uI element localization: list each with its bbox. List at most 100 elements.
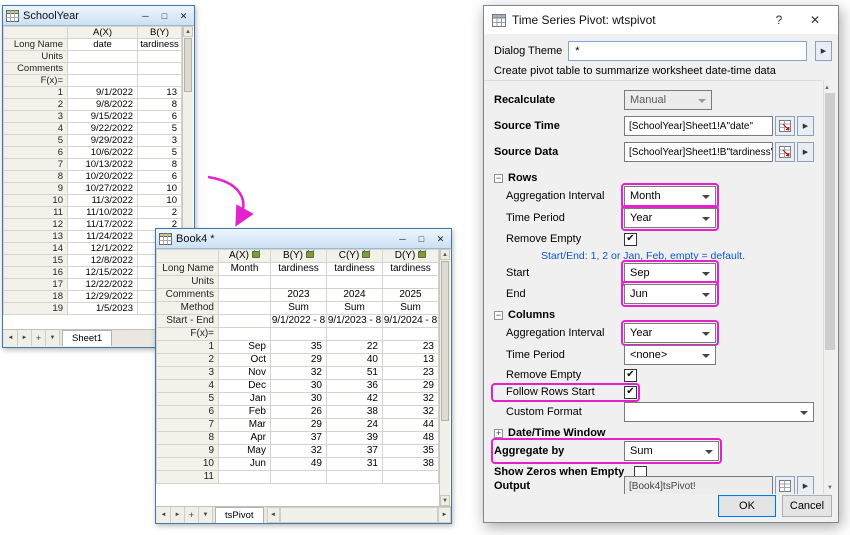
cell[interactable]: 49 — [271, 458, 327, 471]
cell[interactable] — [383, 471, 439, 484]
cell[interactable]: 32 — [271, 445, 327, 458]
cell[interactable]: 35 — [271, 341, 327, 354]
range-selector-button[interactable] — [775, 116, 795, 136]
recalculate-select[interactable]: Manual — [624, 90, 712, 110]
cell[interactable]: 12/1/2022 — [68, 243, 138, 255]
cell[interactable] — [271, 471, 327, 484]
cell[interactable]: 10/20/2022 — [68, 171, 138, 183]
cell[interactable]: 3 — [138, 135, 182, 147]
cell[interactable]: 23 — [383, 341, 439, 354]
cell[interactable] — [68, 63, 138, 75]
cell[interactable]: tardiness — [327, 263, 383, 276]
source-data-flyout-button[interactable]: ▶ — [797, 142, 814, 162]
cell[interactable] — [327, 328, 383, 341]
cell[interactable]: Nov — [219, 367, 271, 380]
cell[interactable]: 9/29/2022 — [68, 135, 138, 147]
cell[interactable]: 10/6/2022 — [68, 147, 138, 159]
cell[interactable]: 10 — [138, 195, 182, 207]
rows-aggregation-interval-select[interactable]: Month — [624, 186, 716, 206]
cell[interactable]: 5 — [138, 147, 182, 159]
cell[interactable]: 9/1/2024 - 8 — [383, 315, 439, 328]
maximize-icon[interactable]: □ — [157, 7, 172, 25]
tab-prev-icon[interactable]: ◄ — [4, 330, 18, 346]
row-header[interactable]: 10 — [4, 195, 68, 207]
cell[interactable]: Mar — [219, 419, 271, 432]
corner-cell[interactable] — [157, 250, 219, 263]
row-header[interactable]: Units — [4, 51, 68, 63]
row-header[interactable]: 1 — [157, 341, 219, 354]
output-flyout-button[interactable]: ▶ — [797, 476, 814, 494]
rows-end-select[interactable]: Jun — [624, 284, 716, 304]
collapse-icon[interactable]: − — [494, 174, 503, 183]
cell[interactable]: 9/15/2022 — [68, 111, 138, 123]
cell[interactable]: 9/1/2022 - 8 — [271, 315, 327, 328]
cell[interactable] — [327, 471, 383, 484]
row-header[interactable]: 14 — [4, 243, 68, 255]
column-header[interactable]: A(X) — [68, 27, 138, 39]
cell[interactable]: 2 — [138, 207, 182, 219]
cell[interactable]: tardiness — [271, 263, 327, 276]
scroll-right-icon[interactable]: ► — [438, 507, 451, 523]
cell[interactable]: 10/27/2022 — [68, 183, 138, 195]
cell[interactable] — [383, 276, 439, 289]
row-header[interactable]: 4 — [4, 123, 68, 135]
close-icon[interactable]: ✕ — [800, 7, 830, 33]
row-header[interactable]: Start - End — [157, 315, 219, 328]
corner-cell[interactable] — [4, 27, 68, 39]
row-header[interactable]: Long Name — [157, 263, 219, 276]
column-header[interactable]: C(Y) — [327, 250, 383, 263]
follow-rows-start-checkbox[interactable] — [624, 386, 637, 399]
scroll-thumb[interactable] — [184, 38, 192, 92]
collapse-icon[interactable]: − — [494, 311, 503, 320]
cell[interactable]: Apr — [219, 432, 271, 445]
tab-prev-icon[interactable]: ◄ — [157, 507, 171, 523]
scroll-up-icon[interactable]: ▲ — [824, 85, 830, 91]
cell[interactable]: 12/29/2022 — [68, 291, 138, 303]
cell[interactable]: 48 — [383, 432, 439, 445]
cell[interactable]: 39 — [327, 432, 383, 445]
remove-empty-checkbox[interactable] — [624, 369, 637, 382]
theme-flyout-button[interactable]: ▶ — [815, 41, 832, 61]
cell[interactable]: 37 — [327, 445, 383, 458]
cell[interactable]: 9/1/2023 - 8 — [327, 315, 383, 328]
row-header[interactable]: 19 — [4, 303, 68, 315]
row-header[interactable]: 11 — [157, 471, 219, 484]
row-header[interactable]: Comments — [157, 289, 219, 302]
row-header[interactable]: 7 — [4, 159, 68, 171]
cell[interactable]: 11/3/2022 — [68, 195, 138, 207]
cell[interactable]: Jan — [219, 393, 271, 406]
cell[interactable]: 22 — [327, 341, 383, 354]
row-header[interactable]: 7 — [157, 419, 219, 432]
cell[interactable]: 13 — [383, 354, 439, 367]
cell[interactable]: 12/15/2022 — [68, 267, 138, 279]
row-header[interactable]: Method — [157, 302, 219, 315]
cell[interactable]: 40 — [327, 354, 383, 367]
cell[interactable]: 6 — [138, 111, 182, 123]
cell[interactable]: Sum — [383, 302, 439, 315]
ok-button[interactable]: OK — [718, 495, 776, 517]
cell[interactable] — [219, 315, 271, 328]
add-sheet-icon[interactable]: + — [185, 507, 199, 523]
cell[interactable]: 8 — [138, 99, 182, 111]
cell[interactable] — [219, 328, 271, 341]
column-header[interactable]: A(X) — [219, 250, 271, 263]
cell[interactable]: 11/24/2022 — [68, 231, 138, 243]
rows-start-select[interactable]: Sep — [624, 263, 716, 283]
sheet-list-icon[interactable]: ▼ — [46, 330, 60, 346]
cell[interactable] — [138, 75, 182, 87]
scroll-up-icon[interactable]: ▲ — [440, 249, 450, 260]
cell[interactable] — [68, 51, 138, 63]
dialog-theme-input[interactable]: * — [568, 41, 807, 61]
row-header[interactable]: 16 — [4, 267, 68, 279]
cell[interactable]: Oct — [219, 354, 271, 367]
cell[interactable]: Sum — [271, 302, 327, 315]
tab-next-icon[interactable]: ► — [171, 507, 185, 523]
cell[interactable] — [138, 63, 182, 75]
close-icon[interactable]: ✕ — [176, 7, 191, 25]
scroll-left-icon[interactable]: ◄ — [267, 507, 280, 523]
cell[interactable]: 11/10/2022 — [68, 207, 138, 219]
cell[interactable]: 1/5/2023 — [68, 303, 138, 315]
row-header[interactable]: 8 — [157, 432, 219, 445]
cell[interactable]: 38 — [327, 406, 383, 419]
row-header[interactable]: Units — [157, 276, 219, 289]
